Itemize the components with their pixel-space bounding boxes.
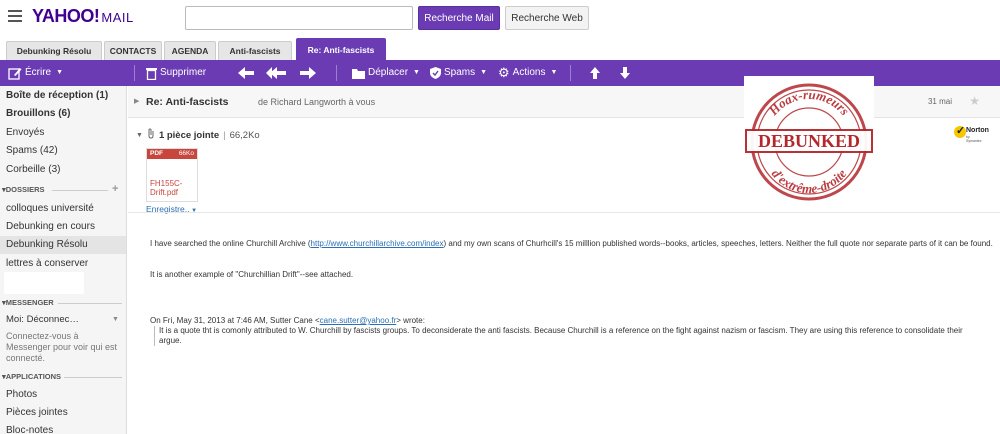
svg-text:DEBUNKED: DEBUNKED bbox=[758, 131, 860, 151]
message-from: de Richard Langworth à vous bbox=[258, 97, 376, 107]
shield-icon bbox=[430, 67, 441, 79]
search-mail-button[interactable]: Recherche Mail bbox=[418, 6, 500, 30]
quoted-message: It is a quote tht is comonly attributed … bbox=[154, 326, 984, 346]
folder-icon bbox=[352, 68, 365, 79]
message-date: 31 mai bbox=[927, 97, 952, 106]
sidebar-item-inbox[interactable]: Boîte de réception (1) bbox=[6, 90, 108, 101]
message-body-paragraph: I have searched the online Churchill Arc… bbox=[150, 239, 993, 248]
sidebar-folder[interactable]: colloques université bbox=[6, 203, 94, 214]
trash-icon bbox=[146, 67, 157, 80]
applications-header[interactable]: ▾APPLICATIONS bbox=[0, 372, 126, 381]
reply-attribution: On Fri, May 31, 2013 at 7:46 AM, Sutter … bbox=[150, 316, 425, 325]
chevron-down-icon[interactable]: ▼ bbox=[112, 316, 119, 323]
tab-agenda[interactable]: AGENDA bbox=[164, 41, 216, 60]
message-subject: Re: Anti-fascists bbox=[146, 96, 229, 108]
menu-icon[interactable] bbox=[8, 10, 22, 22]
sidebar: Boîte de réception (1) Brouillons (6) En… bbox=[0, 86, 127, 434]
debunked-stamp: Hoax-rumeurs d'extrême-droite DEBUNKED bbox=[744, 76, 874, 206]
sidebar-folder[interactable]: Debunking en cours bbox=[6, 221, 95, 232]
messenger-status[interactable]: Moi: Déconnec… bbox=[6, 314, 79, 325]
divider bbox=[128, 212, 1000, 213]
gear-icon: ⚙ bbox=[498, 65, 510, 80]
sidebar-app-photos[interactable]: Photos bbox=[6, 389, 37, 400]
star-icon[interactable]: ★ bbox=[969, 94, 980, 108]
message-pane: ▶ Re: Anti-fascists de Richard Langworth… bbox=[128, 76, 1000, 434]
archive-link[interactable]: http://www.churchillarchive.com/index bbox=[311, 239, 444, 248]
tab-contacts[interactable]: CONTACTS bbox=[104, 41, 162, 60]
sidebar-app-notepad[interactable]: Bloc-notes bbox=[6, 425, 53, 434]
spam-button[interactable]: Spams ▼ bbox=[430, 60, 487, 86]
pdf-filename: FH155C-Drift.pdf bbox=[150, 179, 183, 197]
yahoo-mail-logo[interactable]: YAHOO! MAIL bbox=[32, 6, 134, 27]
svg-text:Hoax-rumeurs: Hoax-rumeurs bbox=[765, 87, 853, 119]
sender-email-link[interactable]: cane.sutter@yahoo.fr bbox=[320, 316, 397, 325]
delete-button[interactable]: Supprimer bbox=[146, 60, 206, 86]
search-web-button[interactable]: Recherche Web bbox=[505, 6, 589, 30]
actions-button[interactable]: ⚙ Actions ▼ bbox=[498, 60, 557, 86]
compose-button[interactable]: Écrire ▼ bbox=[8, 60, 63, 86]
tab-debunking-resolu[interactable]: Debunking Résolu bbox=[6, 41, 102, 60]
message-body-paragraph: It is another example of "Churchillian D… bbox=[150, 270, 354, 279]
messenger-header[interactable]: ▾MESSENGER bbox=[0, 298, 126, 307]
pdf-attachment[interactable]: PDF 66Ko FH155C-Drift.pdf bbox=[146, 148, 198, 202]
pdf-label-bar: PDF 66Ko bbox=[147, 149, 197, 159]
attachments-summary[interactable]: ▼ 1 pièce jointe | 66,2Ko bbox=[136, 128, 260, 142]
reply-icon[interactable] bbox=[238, 60, 254, 86]
forward-icon[interactable] bbox=[300, 60, 316, 86]
add-folder-icon[interactable]: + bbox=[112, 183, 118, 195]
next-message-icon[interactable] bbox=[620, 60, 630, 86]
norton-badge: ✓ Norton by Symantec bbox=[954, 125, 989, 143]
collapse-icon[interactable]: ▼ bbox=[136, 132, 143, 139]
sidebar-item-drafts[interactable]: Brouillons (6) bbox=[6, 108, 70, 119]
messenger-info: Connectez-vous à Messenger pour voir qui… bbox=[6, 331, 118, 363]
sidebar-folder-selected[interactable]: Debunking Résolu bbox=[0, 236, 126, 254]
tab-re-anti-fascists[interactable]: Re: Anti-fascists bbox=[296, 38, 386, 60]
expand-icon[interactable]: ▶ bbox=[134, 97, 139, 105]
move-button[interactable]: Déplacer ▼ bbox=[352, 60, 420, 86]
top-header: YAHOO! MAIL Recherche Mail Recherche Web bbox=[0, 0, 1000, 38]
attachment-count: 1 pièce jointe bbox=[158, 129, 220, 141]
paperclip-icon bbox=[147, 128, 155, 142]
tab-bar: Debunking Résolu CONTACTS AGENDA Anti-fa… bbox=[0, 38, 1000, 60]
attachment-size: 66,2Ko bbox=[229, 129, 260, 141]
folders-header[interactable]: ▾DOSSIERS + bbox=[0, 183, 126, 195]
sidebar-item-trash[interactable]: Corbeille (3) bbox=[6, 164, 60, 175]
compose-icon bbox=[8, 67, 22, 80]
folder-placeholder bbox=[4, 272, 84, 294]
sidebar-folder[interactable]: lettres à conserver bbox=[6, 258, 88, 269]
sidebar-app-attachments[interactable]: Pièces jointes bbox=[6, 407, 68, 418]
sidebar-item-sent[interactable]: Envoyés bbox=[6, 127, 44, 138]
sidebar-item-spam[interactable]: Spams (42) bbox=[6, 145, 58, 156]
search-input[interactable] bbox=[185, 6, 413, 30]
previous-message-icon[interactable] bbox=[590, 60, 600, 86]
reply-all-icon[interactable] bbox=[266, 60, 286, 86]
tab-anti-fascists[interactable]: Anti-fascists bbox=[218, 41, 292, 60]
